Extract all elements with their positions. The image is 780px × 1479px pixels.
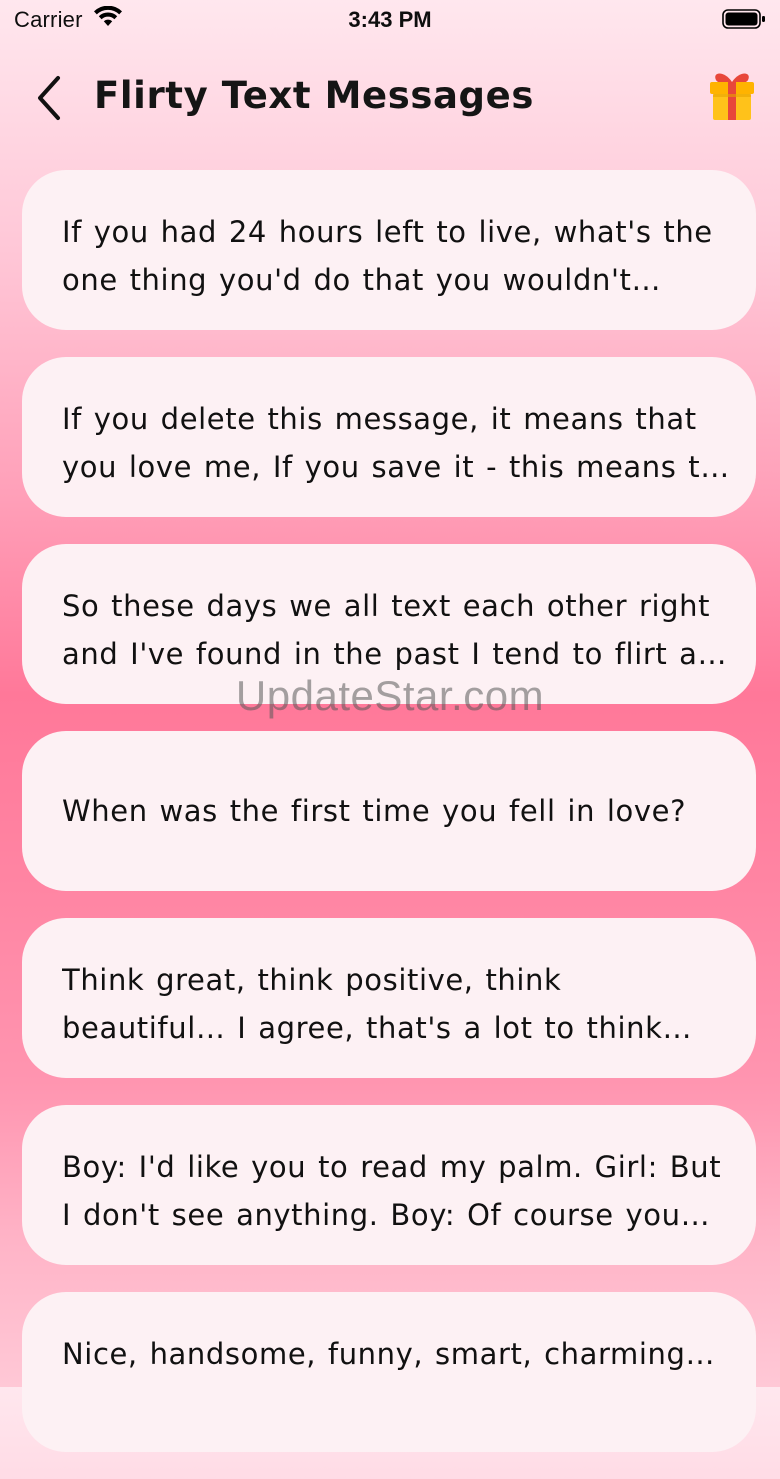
message-card[interactable]: If you delete this message, it means tha…: [22, 357, 756, 517]
battery-icon: [722, 9, 765, 29]
status-time: 3:43 PM: [348, 7, 432, 32]
page-title: Flirty Text Messages: [94, 74, 534, 117]
status-bar: Carrier 3:43 PM: [0, 0, 780, 40]
message-card[interactable]: So these days we all text each other rig…: [22, 544, 756, 704]
nav-bar: Flirty Text Messages: [0, 60, 780, 140]
message-text: When was the first time you fell in love…: [62, 794, 687, 828]
message-text: So these days we all text each other rig…: [62, 589, 728, 671]
back-button[interactable]: [24, 68, 74, 128]
message-text: If you had 24 hours left to live, what's…: [62, 215, 713, 297]
gift-icon: [710, 73, 754, 120]
message-text: If you delete this message, it means tha…: [62, 402, 730, 484]
gift-button[interactable]: [702, 66, 762, 126]
message-text: Think great, think positive, think beaut…: [62, 963, 663, 1045]
message-card[interactable]: If you had 24 hours left to live, what's…: [22, 170, 756, 330]
message-text: Nice, handsome, funny, smart, charming…: [62, 1337, 716, 1371]
message-card[interactable]: Think great, think positive, think beaut…: [22, 918, 756, 1078]
message-card[interactable]: Nice, handsome, funny, smart, charming…: [22, 1292, 756, 1452]
message-card[interactable]: When was the first time you fell in love…: [22, 731, 756, 891]
chevron-left-icon: [38, 76, 60, 120]
message-text: Boy: I'd like you to read my palm. Girl:…: [62, 1150, 722, 1232]
message-card[interactable]: Boy: I'd like you to read my palm. Girl:…: [22, 1105, 756, 1265]
message-list: If you had 24 hours left to live, what's…: [22, 170, 758, 1479]
